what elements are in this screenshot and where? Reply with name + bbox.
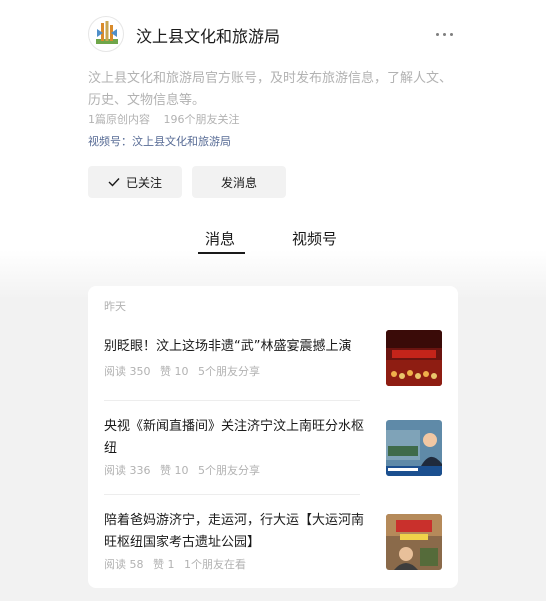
article-title: 央视《新闻直播间》关注济宁汶上南旺分水枢纽 [104,419,365,456]
day-label: 昨天 [104,300,126,313]
news-anchor-image [386,420,442,476]
send-message-label: 发消息 [220,175,257,190]
article-thumbnail [386,514,442,570]
stage-performance-image [386,330,442,386]
friends-following: 196个朋友关注 [163,113,240,126]
article-meta: 阅读 350 赞 10 5个朋友分享 [104,363,260,379]
travel-vlog-image [386,514,442,570]
article-item[interactable]: 央视《新闻直播间》关注济宁汶上南旺分水枢纽 阅读 336 赞 10 5个朋友分享 [104,419,442,478]
channel-link[interactable]: 视频号：汶上县文化和旅游局 [88,133,231,149]
account-avatar[interactable] [88,16,124,52]
like-count: 赞 1 [153,558,175,571]
like-count: 赞 10 [160,365,189,378]
read-count: 阅读 336 [104,464,151,477]
friends-social: 5个朋友分享 [198,464,260,477]
read-count: 阅读 58 [104,558,144,571]
send-message-button[interactable]: 发消息 [192,166,286,198]
divider [104,400,360,401]
article-title: 别眨眼！汶上这场非遗“武”林盛宴震撼上演 [104,339,352,354]
followed-button[interactable]: 已关注 [88,166,182,198]
tab-messages[interactable]: 消息 [205,228,235,249]
message-card: 昨天 别眨眼！汶上这场非遗“武”林盛宴震撼上演 阅读 350 赞 10 5个朋友… [88,286,458,588]
like-count: 赞 10 [160,464,189,477]
article-item[interactable]: 别眨眼！汶上这场非遗“武”林盛宴震撼上演 阅读 350 赞 10 5个朋友分享 [104,330,442,386]
article-item[interactable]: 陪着爸妈游济宁，走运河，行大运【大运河南旺枢纽国家考古遗址公园】 阅读 58 赞… [104,513,442,572]
account-name: 汶上县文化和旅游局 [136,27,281,46]
article-meta: 阅读 58 赞 1 1个朋友在看 [104,556,246,572]
read-count: 阅读 350 [104,365,151,378]
friends-social: 5个朋友分享 [198,365,260,378]
divider [104,494,360,495]
article-thumbnail [386,330,442,386]
checkmark-icon [108,178,120,187]
account-description: 汶上县文化和旅游局官方账号，及时发布旅游信息，了解人文、历史、文物信息等。 [88,71,453,108]
content-tabs: 消息 视频号 [0,228,546,258]
more-dots-icon[interactable] [434,24,456,44]
account-stats: 1篇原创内容 196个朋友关注 [88,111,240,127]
article-meta: 阅读 336 赞 10 5个朋友分享 [104,462,260,478]
followed-label: 已关注 [125,175,162,190]
active-tab-indicator [198,252,245,254]
original-count: 1篇原创内容 [88,113,150,126]
article-title: 陪着爸妈游济宁，走运河，行大运【大运河南旺枢纽国家考古遗址公园】 [104,513,365,550]
tab-channels[interactable]: 视频号 [292,228,337,249]
article-thumbnail [386,420,442,476]
tower-logo-icon [96,21,118,44]
friends-social: 1个朋友在看 [184,558,246,571]
account-header: 汶上县文化和旅游局 [88,16,458,52]
